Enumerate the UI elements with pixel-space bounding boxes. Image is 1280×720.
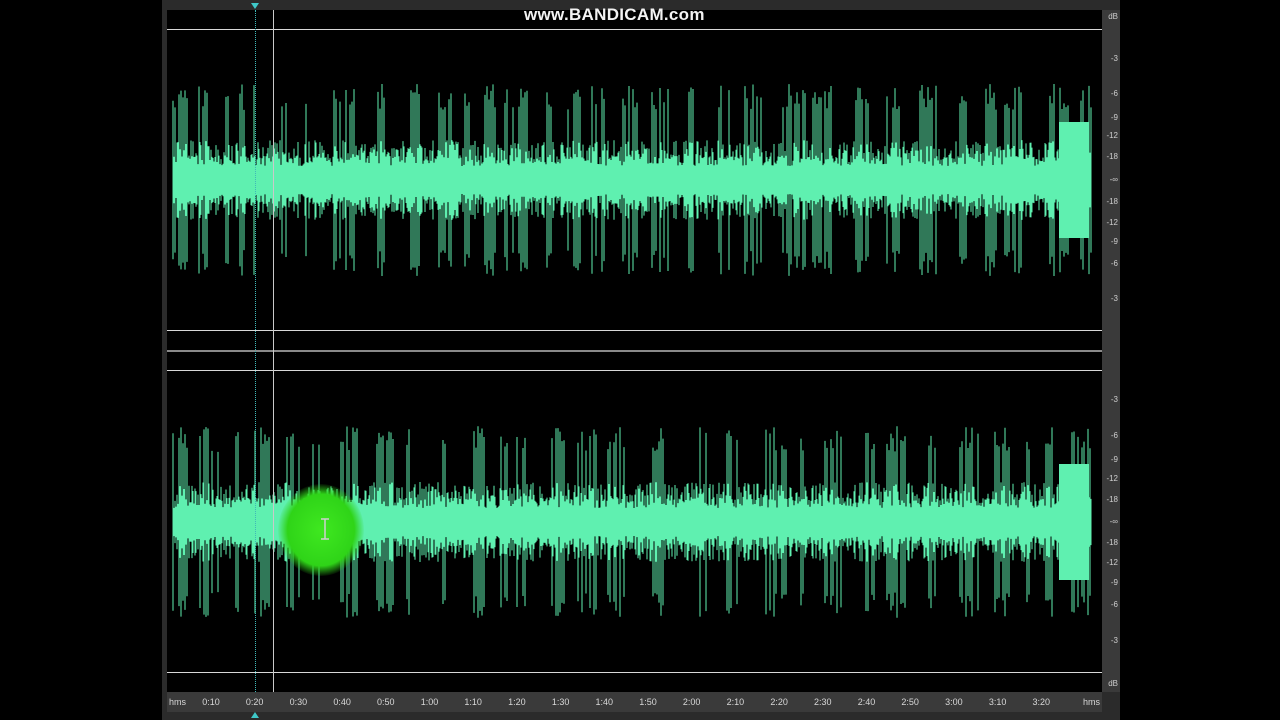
db-tick-label: -9 bbox=[1110, 455, 1118, 464]
db-tick-label: -3 bbox=[1110, 54, 1118, 63]
db-tick-label: -9 bbox=[1110, 113, 1118, 122]
db-ruler: dB dB -3 -6 -9 -12 -18 -∞ -18 -12 -9 -6 -3 -3 -6 -9 -1… bbox=[1102, 10, 1120, 692]
db-tick-label: -18 bbox=[1106, 538, 1118, 547]
time-tick-label: 1:30 bbox=[551, 697, 570, 707]
time-tick-label: 2:40 bbox=[857, 697, 876, 707]
time-tick-label: 2:50 bbox=[901, 697, 919, 707]
db-unit-bottom: dB bbox=[1108, 679, 1118, 688]
edit-cursor-line[interactable] bbox=[255, 10, 256, 692]
db-tick-label: -6 bbox=[1110, 600, 1118, 609]
db-unit-top: dB bbox=[1108, 12, 1118, 21]
db-tick-label: -∞ bbox=[1109, 175, 1118, 184]
playhead-line[interactable] bbox=[273, 10, 274, 692]
bottom-strip bbox=[162, 712, 1120, 720]
time-unit-left: hms bbox=[169, 697, 187, 707]
db-tick-label: -12 bbox=[1106, 131, 1118, 140]
db-tick-label: -18 bbox=[1106, 197, 1118, 206]
left-channel-track[interactable] bbox=[167, 10, 1102, 352]
time-tick-label: 0:20 bbox=[245, 697, 264, 707]
time-tick-label: 1:50 bbox=[639, 697, 657, 707]
db-tick-label: -18 bbox=[1106, 495, 1118, 504]
bandicam-watermark: www.BANDICAM.com bbox=[524, 5, 705, 24]
i-beam-cursor-icon bbox=[321, 518, 329, 540]
waveform-path bbox=[172, 84, 1092, 276]
db-tick-label: -3 bbox=[1110, 395, 1118, 404]
time-tick-label: 1:20 bbox=[508, 697, 526, 707]
time-tick-label: 1:40 bbox=[595, 697, 614, 707]
time-tick-label: 3:10 bbox=[988, 697, 1007, 707]
triangle-up-marker-icon[interactable] bbox=[251, 712, 259, 718]
waveform-editor[interactable] bbox=[167, 10, 1102, 692]
db-tick-label: -9 bbox=[1110, 578, 1118, 587]
time-tick-label: 2:00 bbox=[682, 697, 701, 707]
time-tick-label: 0:40 bbox=[333, 697, 351, 707]
waveform-tail bbox=[1059, 464, 1089, 580]
time-tick-label: 1:00 bbox=[420, 697, 439, 707]
db-tick-label: -12 bbox=[1106, 218, 1118, 227]
db-tick-label: -18 bbox=[1106, 152, 1118, 161]
time-tick-label: 2:20 bbox=[770, 697, 788, 707]
db-tick-label: -6 bbox=[1110, 259, 1118, 268]
db-tick-label: -∞ bbox=[1109, 517, 1118, 526]
time-tick-label: 3:00 bbox=[945, 697, 963, 707]
db-tick-label: -6 bbox=[1110, 431, 1118, 440]
time-tick-label: 1:10 bbox=[464, 697, 482, 707]
db-tick-label: -12 bbox=[1106, 474, 1118, 483]
time-ruler[interactable]: hms hms 0:10 0:20 0:30 0:40 0:50 1:00 1:10 1:20… bbox=[167, 692, 1102, 712]
time-tick-label: 2:10 bbox=[726, 697, 745, 707]
db-tick-label: -3 bbox=[1110, 294, 1118, 303]
db-tick-label: -9 bbox=[1110, 237, 1118, 246]
time-tick-label: 0:50 bbox=[377, 697, 395, 707]
left-channel-waveform bbox=[172, 84, 1092, 276]
triangle-down-marker-icon[interactable] bbox=[251, 3, 259, 9]
time-unit-right: hms bbox=[1082, 697, 1100, 707]
time-tick-label: 2:30 bbox=[814, 697, 832, 707]
waveform-tail bbox=[1059, 122, 1089, 238]
time-tick-label: 0:10 bbox=[202, 697, 220, 707]
db-tick-label: -6 bbox=[1110, 89, 1118, 98]
db-tick-label: -3 bbox=[1110, 636, 1118, 645]
time-tick-label: 0:30 bbox=[289, 697, 308, 707]
time-tick-label: 3:20 bbox=[1032, 697, 1051, 707]
db-tick-label: -12 bbox=[1106, 558, 1118, 567]
